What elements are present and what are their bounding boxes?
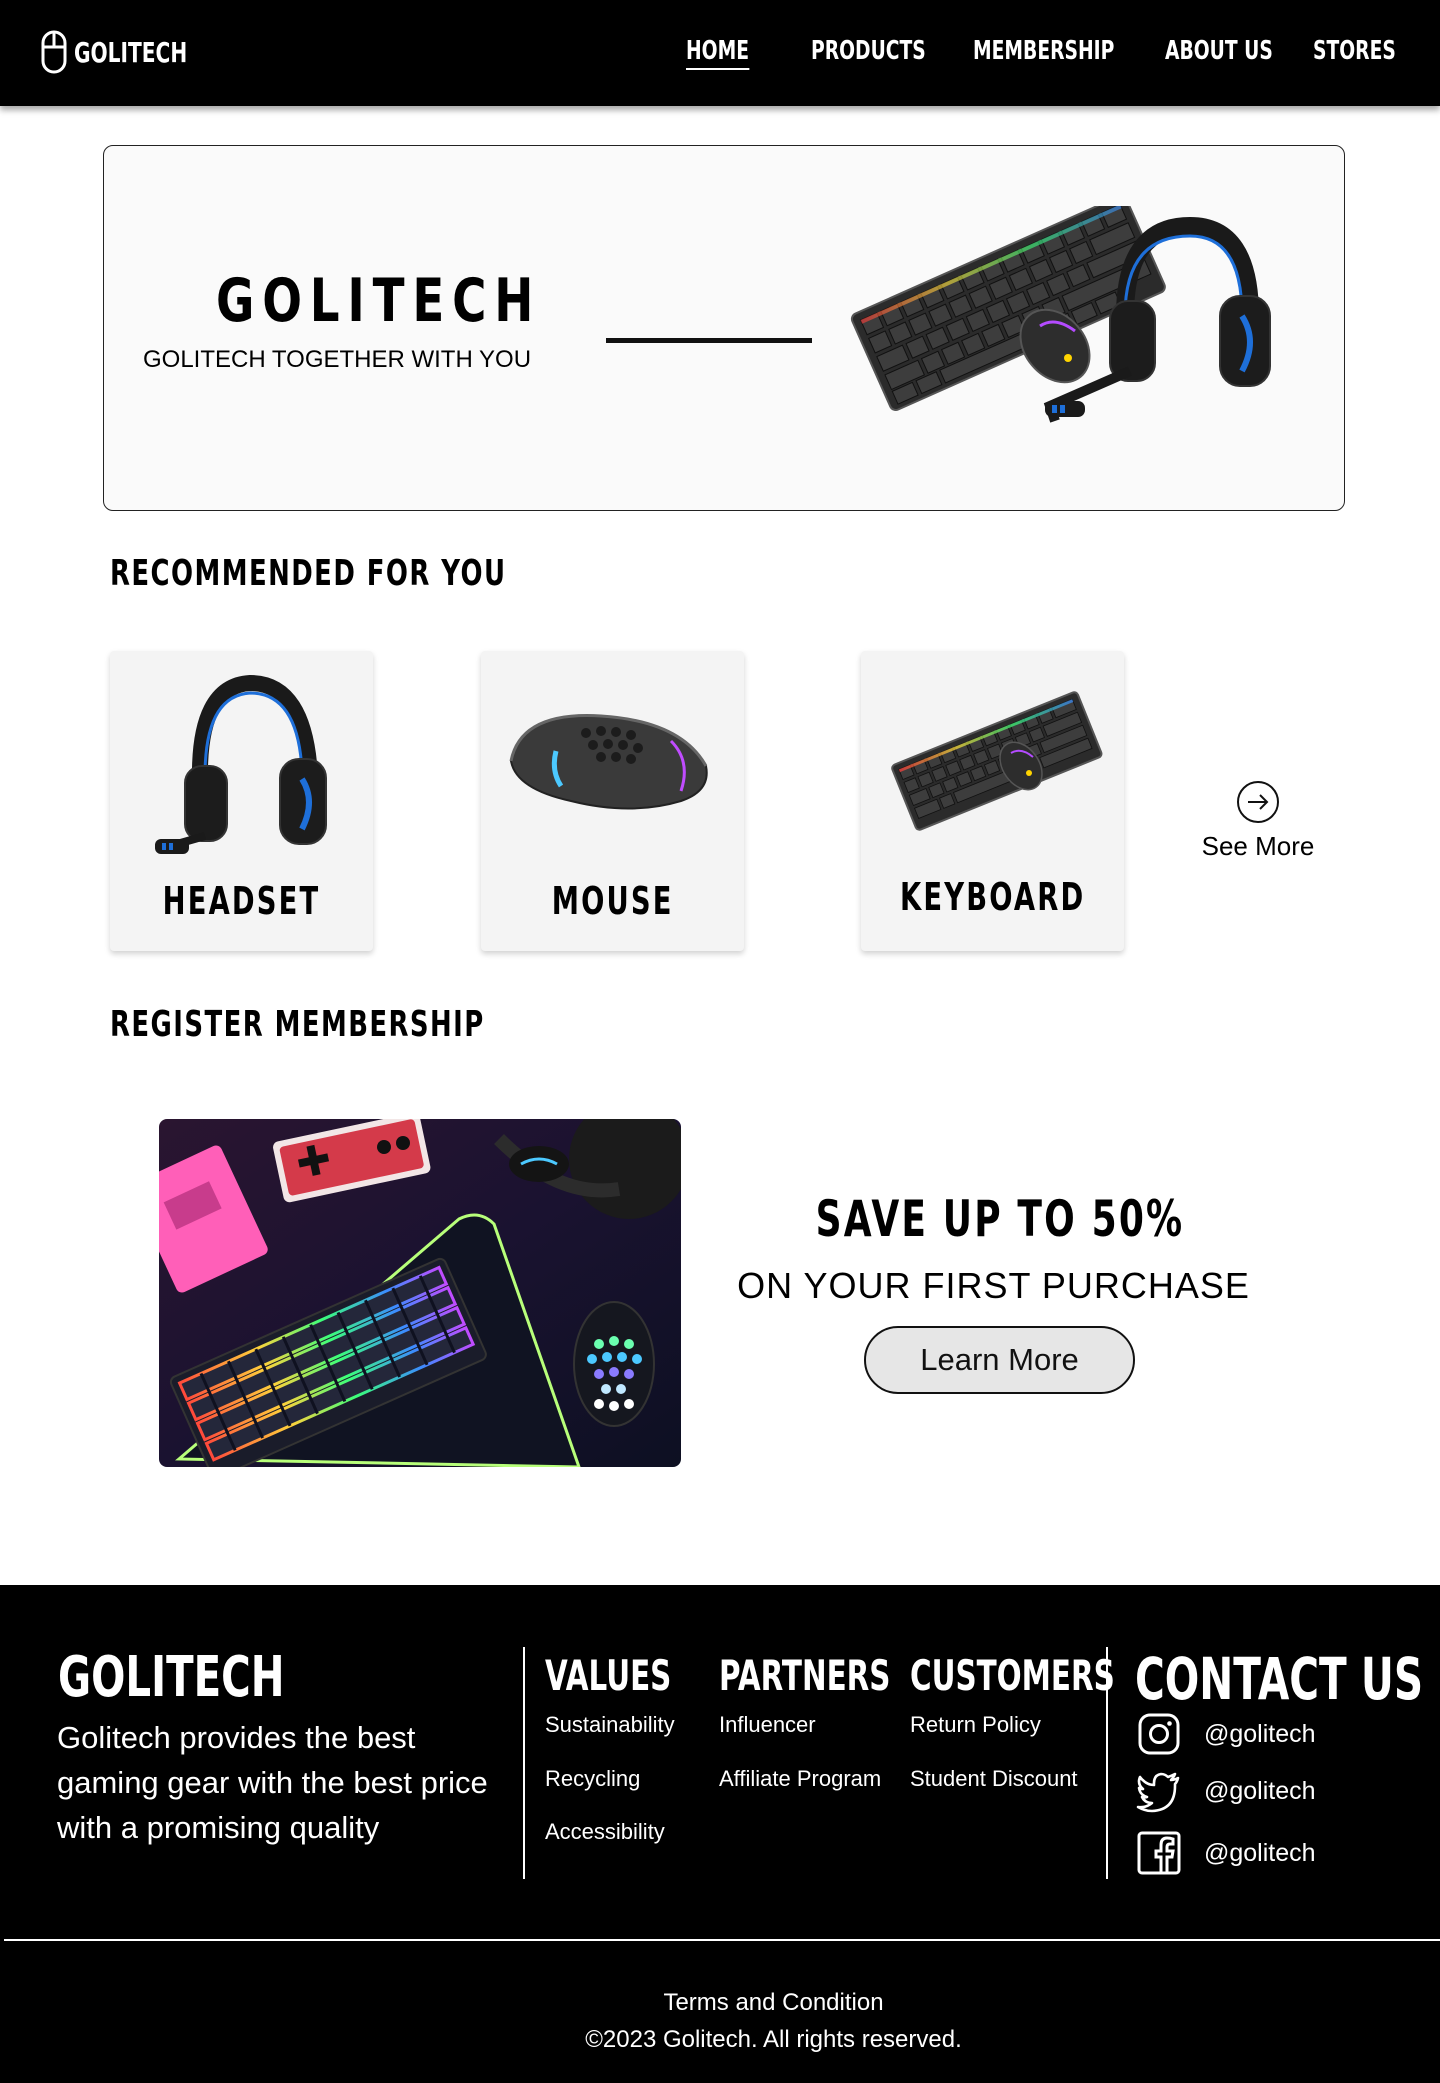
hero-gear-image [850, 206, 1271, 423]
nav-membership[interactable]: MEMBERSHIP [973, 36, 1114, 66]
footer-divider-left [523, 1647, 525, 1879]
product-card-mouse[interactable]: MOUSE [481, 651, 744, 951]
facebook-handle: @golitech [1204, 1838, 1316, 1867]
instagram-handle: @golitech [1204, 1719, 1316, 1748]
social-facebook[interactable]: @golitech [1136, 1830, 1316, 1876]
footer: GOLITECH Golitech provides the best gami… [0, 1585, 1440, 2083]
social-twitter[interactable]: @golitech [1136, 1768, 1316, 1814]
facebook-icon [1137, 1831, 1181, 1875]
learn-more-button[interactable]: Learn More [864, 1326, 1135, 1394]
footer-contact-title: CONTACT US [1135, 1645, 1424, 1713]
see-more-label: See More [1201, 831, 1315, 861]
recommended-title: RECOMMENDED FOR YOU [110, 553, 507, 594]
footer-link-affiliate-program[interactable]: Affiliate Program [719, 1766, 881, 1792]
footer-brand: GOLITECH [58, 1645, 285, 1710]
twitter-icon [1136, 1772, 1180, 1813]
footer-horizontal-divider [4, 1939, 1440, 1941]
brand-logo[interactable]: GOLITECH [40, 30, 231, 74]
gaming-setup-image [159, 1119, 681, 1467]
social-instagram[interactable]: @golitech [1136, 1711, 1316, 1757]
hero-subtitle: GOLITECH TOGETHER WITH YOU [143, 346, 532, 373]
footer-partners-title: PARTNERS [719, 1651, 891, 1700]
hero-banner: GOLITECH GOLITECH TOGETHER WITH YOU [103, 145, 1345, 511]
save-subline: ON YOUR FIRST PURCHASE [737, 1265, 1250, 1306]
arrow-right-circle-icon [1237, 781, 1279, 823]
nav-about-us[interactable]: ABOUT US [1165, 36, 1273, 66]
hero-title: GOLITECH [216, 266, 542, 336]
footer-values-title: VALUES [545, 1651, 672, 1700]
footer-link-sustainability[interactable]: Sustainability [545, 1712, 675, 1738]
nav-products[interactable]: PRODUCTS [811, 36, 926, 66]
brand-name: GOLITECH [74, 35, 188, 69]
footer-link-return-policy[interactable]: Return Policy [910, 1712, 1041, 1738]
mouse-logo-icon [41, 30, 67, 74]
nav-stores[interactable]: STORES [1313, 36, 1396, 66]
terms-link[interactable]: Terms and Condition [0, 1989, 1440, 2017]
footer-link-student-discount[interactable]: Student Discount [910, 1766, 1078, 1792]
gaming-setup-illustration [159, 1119, 681, 1467]
footer-description: Golitech provides the best gaming gear w… [57, 1720, 488, 1845]
product-card-keyboard[interactable]: KEYBOARD [861, 651, 1124, 951]
product-label-headset: HEADSET [162, 879, 321, 923]
copyright-text: ©2023 Golitech. All rights reserved. [585, 2026, 962, 2053]
product-label-mouse: MOUSE [551, 879, 674, 923]
product-card-headset[interactable]: HEADSET [110, 651, 373, 951]
top-navbar: GOLITECH HOME PRODUCTS MEMBERSHIP ABOUT … [0, 0, 1440, 106]
footer-customers-title: CUSTOMERS [910, 1651, 1115, 1700]
hero-divider [606, 338, 812, 343]
headset-image [155, 674, 327, 854]
save-headline: SAVE UP TO 50% [815, 1190, 1185, 1248]
footer-divider-right [1106, 1647, 1108, 1879]
footer-link-recycling[interactable]: Recycling [545, 1766, 640, 1792]
product-label-keyboard: KEYBOARD [899, 875, 1086, 919]
nav-home[interactable]: HOME [686, 36, 749, 70]
footer-link-influencer[interactable]: Influencer [719, 1712, 816, 1738]
footer-link-accessibility[interactable]: Accessibility [545, 1819, 665, 1845]
instagram-icon [1138, 1713, 1180, 1755]
twitter-handle: @golitech [1204, 1776, 1316, 1805]
keyboard-image [891, 691, 1103, 831]
see-more-link[interactable]: See More [1188, 780, 1328, 862]
membership-title: REGISTER MEMBERSHIP [110, 1004, 485, 1045]
mouse-image [509, 714, 708, 810]
